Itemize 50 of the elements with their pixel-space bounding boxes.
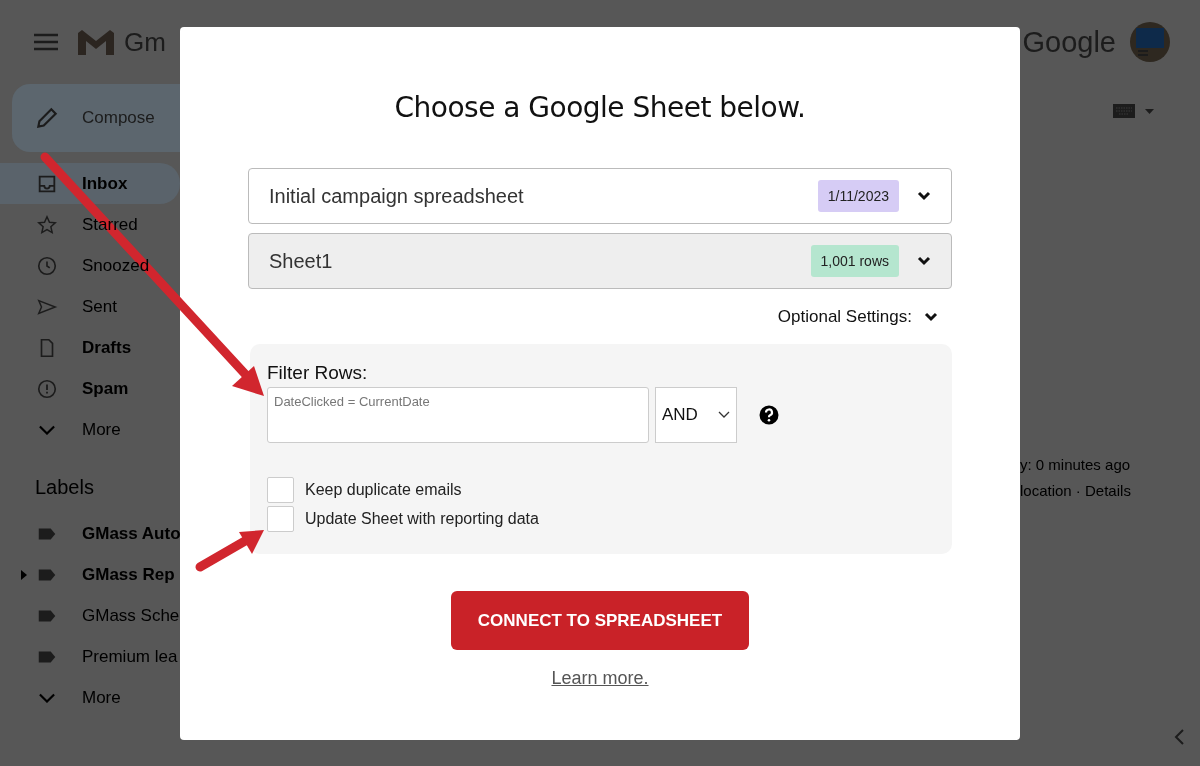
checkbox[interactable] [267,506,294,532]
filter-label: Filter Rows: [267,362,369,384]
sheet-dropdown[interactable]: Initial campaign spreadsheet 1/11/2023 [248,168,952,224]
brand-logo-text: Google [1022,25,1116,59]
label-item[interactable]: GMass Sche [82,605,180,626]
chevron-icon [917,191,931,201]
nav-item[interactable]: Spam [0,368,180,409]
clock-icon [36,254,58,277]
activity-text: location · Details [1020,482,1132,499]
dropdown-value: Sheet1 [269,249,334,273]
nav-item[interactable]: Drafts [0,327,180,368]
label-item[interactable]: Premium lea [82,646,178,667]
nav-item[interactable]: Inbox [0,163,180,204]
chevron-icon [917,256,931,266]
operator-select[interactable]: AND [655,387,737,443]
help-icon[interactable] [759,405,779,425]
nav-item[interactable]: Sent [0,286,180,327]
label-item[interactable]: More [82,687,121,708]
avatar-icon[interactable] [1130,22,1170,62]
labels-heading: Labels [34,475,95,500]
chevron-icon [39,424,55,435]
dialog-title: Choose a Google Sheet below. [393,91,807,124]
checkbox-label: Update Sheet with reporting data [305,510,539,528]
pencil-icon [34,105,60,131]
optional-settings-toggle[interactable]: Optional Settings: [777,307,912,327]
annotation-arrow [195,530,264,572]
compose-button[interactable]: Compose [12,84,180,152]
gmail-logo-text: Gm [124,26,166,58]
nav-item[interactable]: More [0,409,180,450]
checkbox[interactable] [267,477,294,503]
alert-icon [36,377,58,400]
label-item[interactable]: GMass Rep [82,564,175,585]
activity-text: y: 0 minutes ago [1020,456,1132,473]
filter-field[interactable]: DateClicked = CurrentDate [267,387,649,443]
sheet-dropdown[interactable]: Sheet1 1,001 rows [248,233,952,289]
dropdown-badge: 1/11/2023 [817,180,899,212]
dropdown-value: Initial campaign spreadsheet [269,184,525,208]
star-icon [36,213,58,236]
expand-arrow-icon[interactable] [20,569,27,580]
dropdown-caret-icon[interactable] [1145,108,1154,114]
checkbox-label: Keep duplicate emails [305,481,462,499]
menu-icon[interactable] [34,33,58,51]
chevron-icon [924,312,938,322]
label-item[interactable]: GMass Auto [82,523,180,544]
chevron-icon [718,411,730,419]
envelope-logo-icon [76,27,116,57]
connect-button[interactable]: CONNECT TO SPREADSHEET [451,591,749,650]
chevron-icon [39,692,55,703]
learn-more-link[interactable]: Learn more. [551,668,649,689]
dropdown-badge: 1,001 rows [810,245,899,277]
